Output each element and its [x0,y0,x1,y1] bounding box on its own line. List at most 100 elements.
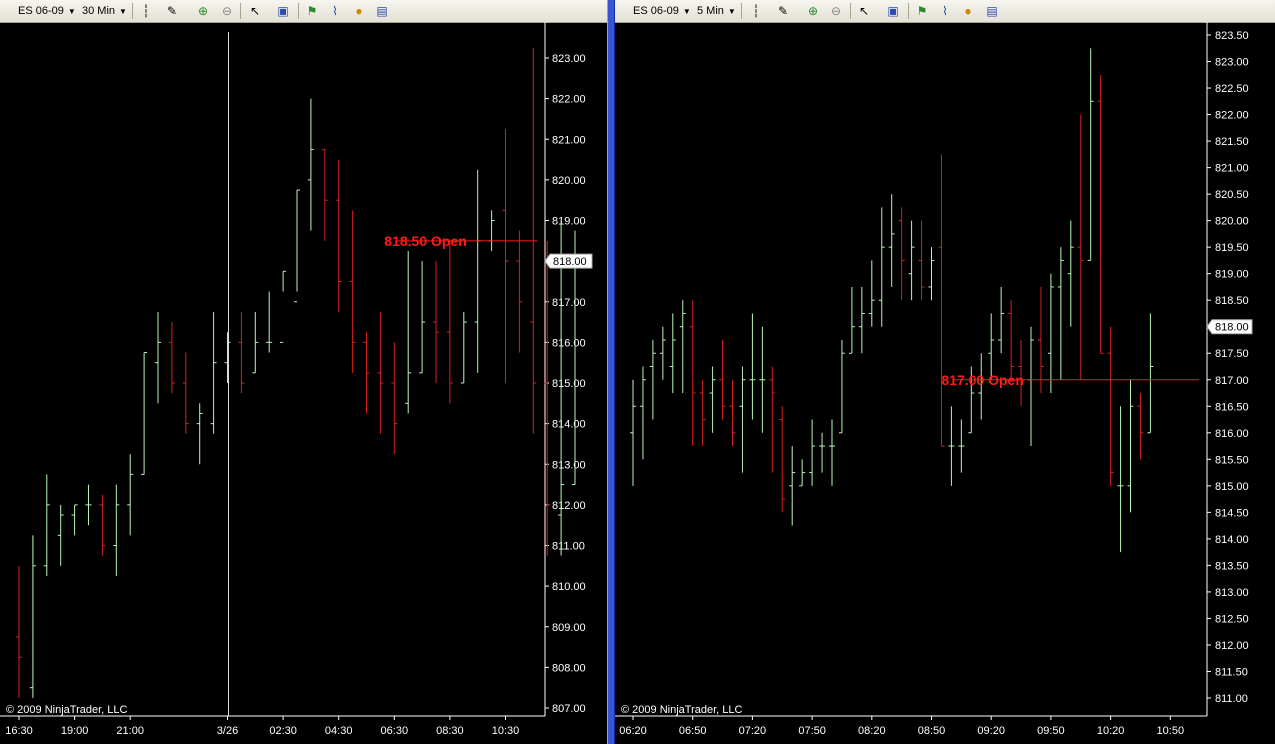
ohlc-bar[interactable] [1137,393,1144,460]
panel-divider[interactable] [607,0,615,744]
ohlc-bar[interactable] [71,504,78,536]
ohlc-bar[interactable] [630,379,636,486]
ohlc-bar[interactable] [460,311,467,384]
ohlc-bar[interactable] [719,339,726,420]
ohlc-bar[interactable] [99,494,106,556]
ohlc-bar[interactable] [639,366,646,460]
ohlc-bar[interactable] [858,286,865,354]
ohlc-bar[interactable] [659,326,666,380]
ohlc-bar[interactable] [446,240,453,404]
zoom-out-icon[interactable]: ⊖ [828,3,844,19]
ohlc-bar[interactable] [928,247,935,301]
ohlc-bar[interactable] [419,261,426,374]
ohlc-bar[interactable] [948,406,955,486]
ohlc-bar[interactable] [789,446,796,526]
pointer-icon[interactable]: ↖ [247,3,263,19]
ohlc-bar[interactable] [1147,313,1154,434]
ohlc-bar[interactable] [878,207,885,327]
properties-icon[interactable]: ▣ [885,3,901,19]
ohlc-bar[interactable] [838,339,845,434]
ohlc-chart-5min[interactable]: 811.00 811.50 812.00 812.50 813.00 813.50 814.… [615,22,1275,744]
zoom-in-icon[interactable]: ⊕ [195,3,211,19]
ohlc-bar[interactable] [1077,114,1084,380]
chart-indicator-icon[interactable]: ⌇ [937,3,953,19]
ohlc-bar[interactable] [819,432,826,473]
coin-icon[interactable]: ● [960,3,976,19]
bar-type-icon[interactable]: ┆ [748,3,764,19]
ohlc-bar[interactable] [127,454,134,536]
ohlc-bar[interactable] [1008,300,1015,380]
interval-selector[interactable]: 5 Min ▼ [697,4,736,18]
ohlc-bar[interactable] [1067,220,1074,327]
ohlc-bar[interactable] [709,366,716,433]
ohlc-bar[interactable] [908,220,915,301]
coin-icon[interactable]: ● [351,3,367,19]
strategy-icon[interactable]: ⚑ [304,3,320,19]
instrument-selector[interactable]: ES 06-09 ▼ [633,4,691,18]
ohlc-bar[interactable] [829,419,835,486]
bar-type-icon[interactable]: ┆ [138,3,154,19]
zoom-out-icon[interactable]: ⊖ [219,3,235,19]
ohlc-bar[interactable] [699,379,706,447]
ohlc-bar[interactable] [141,352,148,475]
ohlc-bar[interactable] [988,313,995,380]
ohlc-bar[interactable] [57,504,64,566]
ohlc-bar[interactable] [196,403,203,465]
ohlc-bar[interactable] [43,474,50,576]
instrument-selector[interactable]: ES 06-09 ▼ [18,4,76,18]
ohlc-bar[interactable] [918,220,925,301]
zoom-in-icon[interactable]: ⊕ [805,3,821,19]
ohlc-bar[interactable] [1057,247,1064,380]
data-box-icon[interactable]: ▤ [984,3,1000,19]
ohlc-bar[interactable] [433,261,439,383]
ohlc-bar[interactable] [294,189,300,303]
chart-panel-5min[interactable]: ES 06-09 ▼ 5 Min ▼ ┆ ✎ ⊕ ⊖ ↖ ▣ ⚑ ⌇ ● ▤ 811… [615,0,1275,744]
ohlc-chart-30min[interactable]: 807.00 808.00 809.00 810.00 811.00 812.00 813.… [0,22,607,744]
ohlc-bar[interactable] [363,332,370,414]
ohlc-bar[interactable] [113,484,120,576]
ohlc-bar[interactable] [749,313,756,420]
ohlc-bar[interactable] [679,300,686,394]
ohlc-bar[interactable] [1037,286,1044,394]
ohlc-bar[interactable] [1107,326,1114,486]
strategy-icon[interactable]: ⚑ [914,3,930,19]
ohlc-bar[interactable] [779,406,786,513]
ohlc-bar[interactable] [182,352,189,434]
drawing-pencil-icon[interactable]: ✎ [164,3,180,19]
ohlc-bar[interactable] [769,366,776,473]
ohlc-bar[interactable] [649,339,656,420]
ohlc-bar[interactable] [516,230,523,353]
ohlc-bar[interactable] [85,484,92,526]
ohlc-bar[interactable] [689,300,696,447]
ohlc-bar[interactable] [29,535,36,698]
ohlc-bar[interactable] [349,210,356,373]
ohlc-bar[interactable] [210,311,217,434]
ohlc-bar[interactable] [848,286,855,354]
ohlc-bar[interactable] [377,311,384,434]
ohlc-bar[interactable] [572,230,578,486]
properties-icon[interactable]: ▣ [275,3,291,19]
ohlc-bar[interactable] [335,159,342,312]
ohlc-bar[interactable] [888,194,895,287]
ohlc-bar[interactable] [669,313,676,394]
ohlc-bar[interactable] [16,565,22,698]
pointer-icon[interactable]: ↖ [856,3,872,19]
ohlc-bar[interactable] [238,311,245,394]
ohlc-bar[interactable] [739,366,746,473]
chart-indicator-icon[interactable]: ⌇ [327,3,343,19]
ohlc-bar[interactable] [1028,326,1034,447]
ohlc-bar[interactable] [321,148,328,241]
ohlc-bar[interactable] [898,207,905,301]
ohlc-bar[interactable] [998,286,1005,354]
ohlc-bar[interactable] [1087,48,1094,261]
data-box-icon[interactable]: ▤ [374,3,390,19]
ohlc-bar[interactable] [307,98,314,231]
ohlc-bar[interactable] [280,270,287,343]
ohlc-bar[interactable] [502,129,509,383]
ohlc-bar[interactable] [1117,406,1124,553]
ohlc-bar[interactable] [168,322,175,394]
ohlc-bar[interactable] [405,250,412,414]
ohlc-bar[interactable] [809,419,816,486]
ohlc-bar[interactable] [224,332,231,383]
ohlc-bar[interactable] [1097,74,1104,354]
